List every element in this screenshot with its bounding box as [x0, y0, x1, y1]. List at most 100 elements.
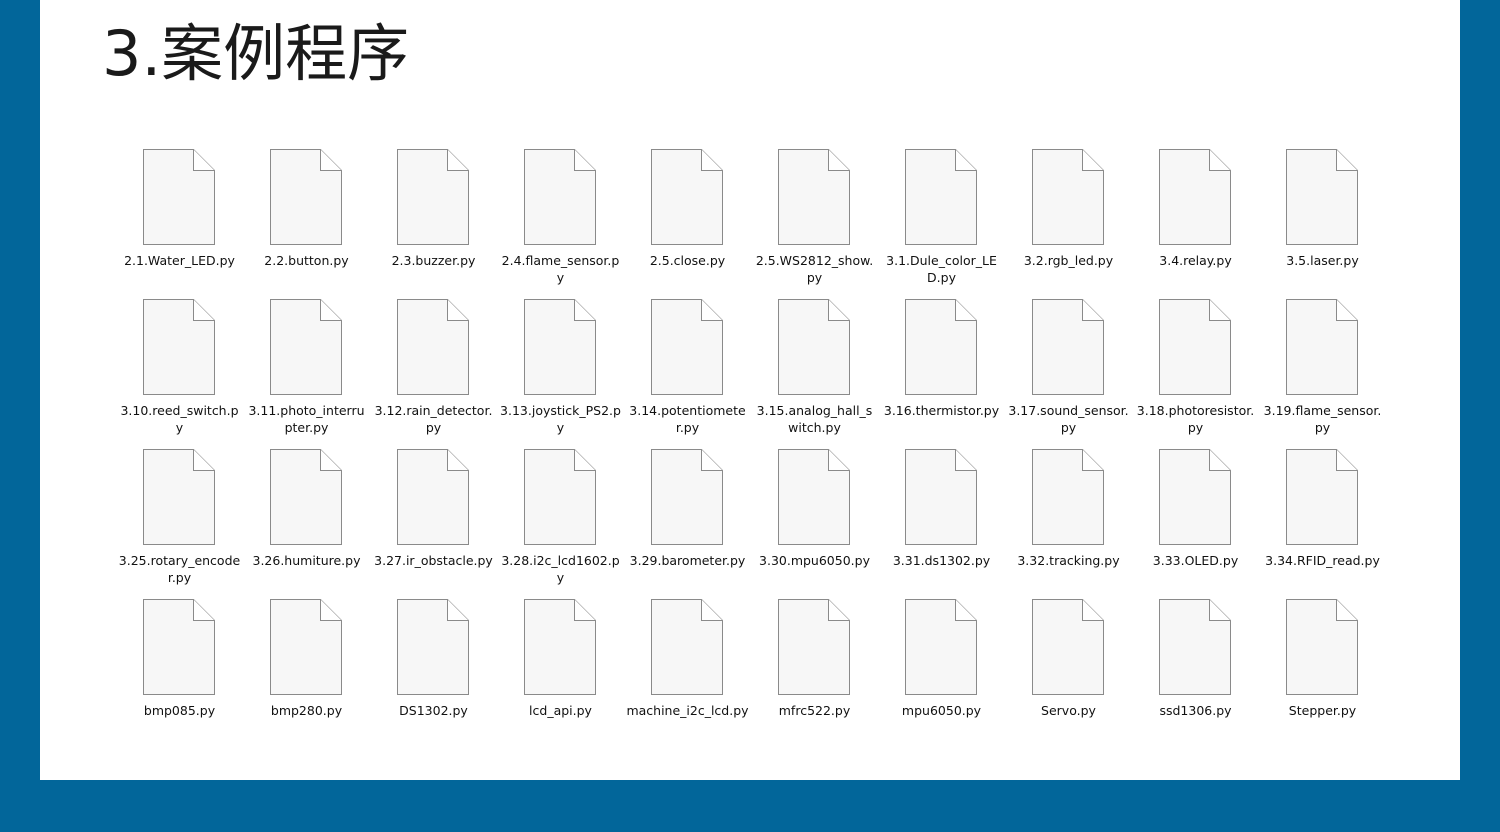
file-item[interactable]: DS1302.py — [370, 598, 497, 748]
file-name: 3.26.humiture.py — [252, 553, 361, 568]
file-name: 3.25.rotary_encoder.py — [118, 553, 241, 585]
document-icon — [524, 449, 596, 545]
page-title: 3.案例程序 — [102, 17, 410, 90]
file-item[interactable]: 3.27.ir_obstacle.py — [370, 448, 497, 598]
file-item[interactable]: 2.3.buzzer.py — [370, 148, 497, 298]
file-grid: 2.1.Water_LED.py 2.2.button.py 2.3.buzzer.… — [116, 148, 1388, 748]
file-item[interactable]: 2.4.flame_sensor.py — [497, 148, 624, 298]
document-icon — [1159, 449, 1231, 545]
file-name: 2.1.Water_LED.py — [124, 253, 235, 268]
document-icon — [1032, 149, 1104, 245]
document-icon — [651, 299, 723, 395]
file-item[interactable]: 3.28.i2c_lcd1602.py — [497, 448, 624, 598]
file-item[interactable]: 2.5.WS2812_show.py — [751, 148, 878, 298]
file-name: 3.31.ds1302.py — [892, 553, 991, 568]
document-icon — [778, 149, 850, 245]
file-item[interactable]: 2.2.button.py — [243, 148, 370, 298]
document-icon — [1286, 449, 1358, 545]
document-icon — [397, 449, 469, 545]
file-name: 2.5.WS2812_show.py — [755, 253, 874, 285]
file-name: 3.18.photoresistor.py — [1136, 403, 1255, 435]
document-icon — [143, 299, 215, 395]
file-item[interactable]: Servo.py — [1005, 598, 1132, 748]
file-item[interactable]: 3.16.thermistor.py — [878, 298, 1005, 448]
file-name: 3.19.flame_sensor.py — [1263, 403, 1382, 435]
file-name: 3.17.sound_sensor.py — [1008, 403, 1129, 435]
file-item[interactable]: 3.10.reed_switch.py — [116, 298, 243, 448]
file-item[interactable]: 2.1.Water_LED.py — [116, 148, 243, 298]
file-item[interactable]: 3.33.OLED.py — [1132, 448, 1259, 598]
file-name: 3.33.OLED.py — [1152, 553, 1239, 568]
document-icon — [397, 599, 469, 695]
document-icon — [905, 449, 977, 545]
file-item[interactable]: 3.26.humiture.py — [243, 448, 370, 598]
file-item[interactable]: 3.34.RFID_read.py — [1259, 448, 1386, 598]
file-item[interactable]: machine_i2c_lcd.py — [624, 598, 751, 748]
file-name: 3.27.ir_obstacle.py — [374, 553, 493, 568]
file-item[interactable]: ssd1306.py — [1132, 598, 1259, 748]
file-item[interactable]: 3.2.rgb_led.py — [1005, 148, 1132, 298]
file-name: 2.2.button.py — [264, 253, 349, 268]
file-name: ssd1306.py — [1159, 703, 1232, 718]
file-item[interactable]: 3.4.relay.py — [1132, 148, 1259, 298]
file-name: 3.15.analog_hall_switch.py — [756, 403, 873, 435]
document-icon — [143, 449, 215, 545]
file-item[interactable]: 3.32.tracking.py — [1005, 448, 1132, 598]
file-item[interactable]: 3.13.joystick_PS2.py — [497, 298, 624, 448]
document-icon — [651, 149, 723, 245]
page-background: 3.案例程序 2.1.Water_LED.py 2.2.button.py 2.3.… — [0, 0, 1500, 832]
document-icon — [1159, 299, 1231, 395]
file-item[interactable]: Stepper.py — [1259, 598, 1386, 748]
document-icon — [1286, 599, 1358, 695]
file-item[interactable]: 3.31.ds1302.py — [878, 448, 1005, 598]
file-name: 3.12.rain_detector.py — [374, 403, 493, 435]
file-name: 3.14.potentiometer.py — [629, 403, 746, 435]
document-icon — [905, 299, 977, 395]
file-item[interactable]: 3.18.photoresistor.py — [1132, 298, 1259, 448]
document-icon — [1159, 149, 1231, 245]
document-icon — [778, 599, 850, 695]
file-item[interactable]: bmp280.py — [243, 598, 370, 748]
file-name: 3.5.laser.py — [1286, 253, 1359, 268]
document-icon — [524, 149, 596, 245]
file-item[interactable]: 3.17.sound_sensor.py — [1005, 298, 1132, 448]
document-icon — [270, 149, 342, 245]
document-icon — [1032, 299, 1104, 395]
document-icon — [778, 299, 850, 395]
file-name: 2.4.flame_sensor.py — [501, 253, 620, 285]
document-icon — [524, 299, 596, 395]
file-item[interactable]: 3.14.potentiometer.py — [624, 298, 751, 448]
file-name: 3.28.i2c_lcd1602.py — [501, 553, 620, 585]
file-item[interactable]: bmp085.py — [116, 598, 243, 748]
file-item[interactable]: 3.19.flame_sensor.py — [1259, 298, 1386, 448]
file-item[interactable]: mpu6050.py — [878, 598, 1005, 748]
file-item[interactable]: 2.5.close.py — [624, 148, 751, 298]
document-icon — [270, 449, 342, 545]
document-icon — [143, 149, 215, 245]
document-icon — [1286, 149, 1358, 245]
file-name: 3.1.Dule_color_LED.py — [886, 253, 997, 285]
file-item[interactable]: 3.15.analog_hall_switch.py — [751, 298, 878, 448]
file-name: 3.13.joystick_PS2.py — [500, 403, 621, 435]
document-icon — [905, 149, 977, 245]
file-item[interactable]: 3.11.photo_interrupter.py — [243, 298, 370, 448]
file-name: 3.2.rgb_led.py — [1023, 253, 1114, 268]
file-name: DS1302.py — [399, 703, 468, 718]
file-item[interactable]: lcd_api.py — [497, 598, 624, 748]
file-item[interactable]: 3.25.rotary_encoder.py — [116, 448, 243, 598]
document-icon — [143, 599, 215, 695]
document-icon — [397, 149, 469, 245]
file-name: 3.16.thermistor.py — [883, 403, 1000, 418]
file-item[interactable]: 3.29.barometer.py — [624, 448, 751, 598]
file-name: 3.30.mpu6050.py — [759, 553, 870, 568]
file-item[interactable]: mfrc522.py — [751, 598, 878, 748]
document-icon — [651, 599, 723, 695]
file-name: 3.11.photo_interrupter.py — [248, 403, 365, 435]
file-item[interactable]: 3.5.laser.py — [1259, 148, 1386, 298]
document-icon — [524, 599, 596, 695]
file-item[interactable]: 3.1.Dule_color_LED.py — [878, 148, 1005, 298]
file-item[interactable]: 3.30.mpu6050.py — [751, 448, 878, 598]
file-item[interactable]: 3.12.rain_detector.py — [370, 298, 497, 448]
document-icon — [270, 299, 342, 395]
file-name: 3.32.tracking.py — [1017, 553, 1120, 568]
